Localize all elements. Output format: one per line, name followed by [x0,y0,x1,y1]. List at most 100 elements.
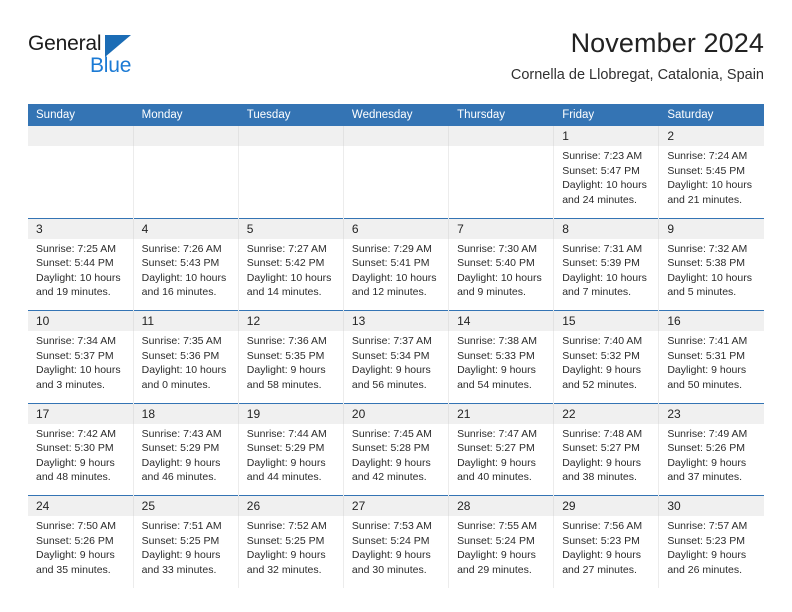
sunset-text: Sunset: 5:28 PM [351,442,430,454]
day-cell: Sunrise: 7:25 AM Sunset: 5:44 PM Daylight:… [28,238,134,311]
daylight-text-line1: Daylight: 10 hours [141,364,227,376]
sunrise-text: Sunrise: 7:53 AM [351,520,432,532]
day-number[interactable]: 29 [553,495,660,516]
week-detail-row: Sunrise: 7:42 AM Sunset: 5:30 PM Daylight:… [28,423,764,496]
sunset-text: Sunset: 5:33 PM [457,349,535,362]
sunrise-text: Sunrise: 7:30 AM [457,242,538,255]
day-number[interactable]: 15 [553,310,660,331]
day-number[interactable]: 18 [133,402,239,424]
day-number[interactable]: 7 [448,217,555,239]
daylight-text-line2: and 19 minutes. [36,286,111,298]
day-number[interactable]: 1 [553,126,660,146]
day-number[interactable]: 30 [658,495,764,516]
day-number[interactable]: 12 [238,310,344,331]
masthead: General Blue November 2024 Cornella de L… [28,26,764,100]
day-number[interactable]: 16 [658,310,764,331]
sunrise-text: Sunrise: 7:31 AM [562,242,643,255]
day-number[interactable]: 2 [658,126,764,146]
daylight-text-line1: Daylight: 10 hours [562,271,647,284]
daylight-text-line1: Daylight: 9 hours [246,549,326,561]
day-number[interactable]: 21 [448,402,555,424]
daylight-text-line2: and 58 minutes. [246,378,322,391]
day-number[interactable]: 6 [343,217,450,239]
day-number[interactable]: 22 [553,402,660,424]
calendar-page: General Blue November 2024 Cornella de L… [0,0,792,612]
daylight-text-line2: and 37 minutes. [667,471,743,483]
weekday-header-saturday: Saturday [658,104,764,126]
calendar-body: 1 2 Sunrise: 7:23 AM Sunset: 5:47 PM Dayligh… [28,126,764,588]
sunrise-text: Sunrise: 7:48 AM [562,427,643,440]
calendar-header-row: Sunday Monday Tuesday Wednesday Thursday… [28,104,764,126]
sunset-text: Sunset: 5:43 PM [141,257,220,269]
day-number[interactable]: 24 [28,495,134,516]
brand-logo[interactable]: General Blue [28,32,208,88]
day-cell: Sunrise: 7:49 AM Sunset: 5:26 PM Daylight:… [658,423,764,496]
day-number-empty [448,126,555,146]
sunset-text: Sunset: 5:36 PM [141,349,220,362]
daylight-text-line1: Daylight: 10 hours [667,179,752,191]
day-cell: Sunrise: 7:38 AM Sunset: 5:33 PM Daylight:… [448,331,555,403]
day-number[interactable]: 14 [448,310,555,331]
day-number[interactable]: 25 [133,495,239,516]
sunrise-text: Sunrise: 7:32 AM [667,242,748,255]
daylight-text-line2: and 38 minutes. [562,471,637,483]
day-number[interactable]: 10 [28,310,134,331]
weekday-header-tuesday: Tuesday [238,104,344,126]
day-number[interactable]: 26 [238,495,344,516]
daylight-text-line2: and 16 minutes. [141,286,217,298]
sunrise-text: Sunrise: 7:57 AM [667,520,748,532]
day-number[interactable]: 27 [343,495,450,516]
day-number[interactable]: 4 [133,217,239,239]
daylight-text-line1: Daylight: 9 hours [141,549,221,561]
sunrise-text: Sunrise: 7:56 AM [562,520,643,532]
daylight-text-line2: and 54 minutes. [457,378,532,391]
sunrise-text: Sunrise: 7:34 AM [36,335,116,347]
page-subtitle: Cornella de Llobregat, Catalonia, Spain [510,67,764,83]
daylight-text-line2: and 24 minutes. [562,193,637,206]
day-number[interactable]: 28 [448,495,555,516]
day-number[interactable]: 11 [133,310,239,331]
sunrise-text: Sunrise: 7:25 AM [36,242,116,255]
sunset-text: Sunset: 5:23 PM [667,534,745,547]
sunset-text: Sunset: 5:25 PM [246,534,325,547]
daylight-text-line1: Daylight: 9 hours [562,364,641,376]
daylight-text-line2: and 5 minutes. [667,286,737,298]
day-cell: Sunrise: 7:27 AM Sunset: 5:42 PM Daylight:… [238,238,344,311]
day-number[interactable]: 19 [238,402,344,424]
weekday-header-wednesday: Wednesday [343,104,450,126]
daylight-text-line2: and 12 minutes. [351,286,427,298]
daylight-text-line2: and 3 minutes. [36,378,105,391]
sunrise-text: Sunrise: 7:27 AM [246,242,327,255]
daylight-text-line2: and 40 minutes. [457,471,532,483]
daylight-text-line2: and 9 minutes. [457,286,526,298]
daylight-text-line1: Daylight: 10 hours [36,271,121,284]
day-number[interactable]: 9 [658,217,764,239]
daylight-text-line1: Daylight: 9 hours [246,364,326,376]
day-number[interactable]: 23 [658,402,764,424]
daylight-text-line2: and 46 minutes. [141,471,217,483]
day-number[interactable]: 17 [28,402,134,424]
daylight-text-line2: and 21 minutes. [667,193,743,206]
daylight-text-line1: Daylight: 10 hours [246,271,332,284]
day-number[interactable]: 20 [343,402,450,424]
sunset-text: Sunset: 5:24 PM [351,534,430,547]
day-cell: Sunrise: 7:55 AM Sunset: 5:24 PM Daylight:… [448,516,555,588]
day-cell: Sunrise: 7:56 AM Sunset: 5:23 PM Daylight:… [553,516,660,588]
day-number[interactable]: 3 [28,217,134,239]
daylight-text-line2: and 35 minutes. [36,563,111,576]
day-cell: Sunrise: 7:43 AM Sunset: 5:29 PM Daylight:… [133,423,239,496]
day-number[interactable]: 8 [553,217,660,239]
sunrise-text: Sunrise: 7:43 AM [141,427,222,440]
daylight-text-line1: Daylight: 9 hours [562,456,641,469]
sunset-text: Sunset: 5:47 PM [562,164,640,177]
day-number[interactable]: 5 [238,217,344,239]
day-number[interactable]: 13 [343,310,450,331]
sunset-text: Sunset: 5:30 PM [36,442,114,454]
daylight-text-line1: Daylight: 9 hours [667,364,747,376]
weekday-header-friday: Friday [553,104,660,126]
sunset-text: Sunset: 5:26 PM [36,534,114,547]
sunset-text: Sunset: 5:27 PM [457,442,535,454]
day-cell: Sunrise: 7:26 AM Sunset: 5:43 PM Daylight:… [133,238,239,311]
day-number-empty [133,126,239,146]
sunset-text: Sunset: 5:37 PM [36,349,114,362]
